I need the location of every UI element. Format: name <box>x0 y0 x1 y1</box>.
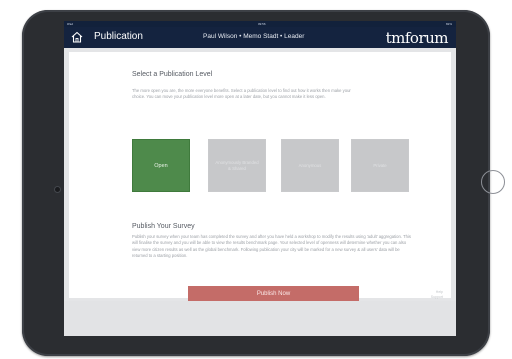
carrier-label: iPad <box>67 22 74 26</box>
publish-survey-description: Publish your survey when your team has c… <box>132 234 411 258</box>
publication-card: Select a Publication Level The more open… <box>69 52 451 301</box>
publish-survey-heading: Publish Your Survey <box>132 223 195 230</box>
level-option-anonymous[interactable]: Anonymous <box>281 139 339 192</box>
level-option-open[interactable]: Open <box>132 139 190 192</box>
home-icon[interactable] <box>70 30 84 44</box>
level-option-label: Private <box>373 162 387 168</box>
clock: 09:56 <box>258 22 266 26</box>
front-camera <box>54 186 61 193</box>
level-option-branded-shared[interactable]: Anonymously Branded & Shared <box>208 139 266 192</box>
app-header: Publication Paul Wilson • Memo Stadt • L… <box>64 27 456 48</box>
app-screen: iPad 09:56 82% Publication Paul Wilson •… <box>64 21 456 336</box>
battery-level: 82% <box>445 22 452 26</box>
publication-level-description: The more open you are, the more everyone… <box>132 88 351 100</box>
level-option-label: Anonymous <box>298 162 322 168</box>
footer-note: Help Support <box>430 290 443 299</box>
brand-logo: tmforum <box>385 29 449 47</box>
publication-level-heading: Select a Publication Level <box>132 71 213 78</box>
level-option-label: Open <box>154 162 168 169</box>
publish-now-button[interactable]: Publish Now <box>188 286 359 301</box>
home-button[interactable] <box>481 170 505 194</box>
page-title: Publication <box>94 31 143 42</box>
screen-bottom-area <box>64 301 456 336</box>
level-option-label: Anonymously Branded & Shared <box>215 159 259 171</box>
user-info: Paul Wilson • Memo Stadt • Leader <box>203 33 305 40</box>
level-option-private[interactable]: Private <box>351 139 409 192</box>
